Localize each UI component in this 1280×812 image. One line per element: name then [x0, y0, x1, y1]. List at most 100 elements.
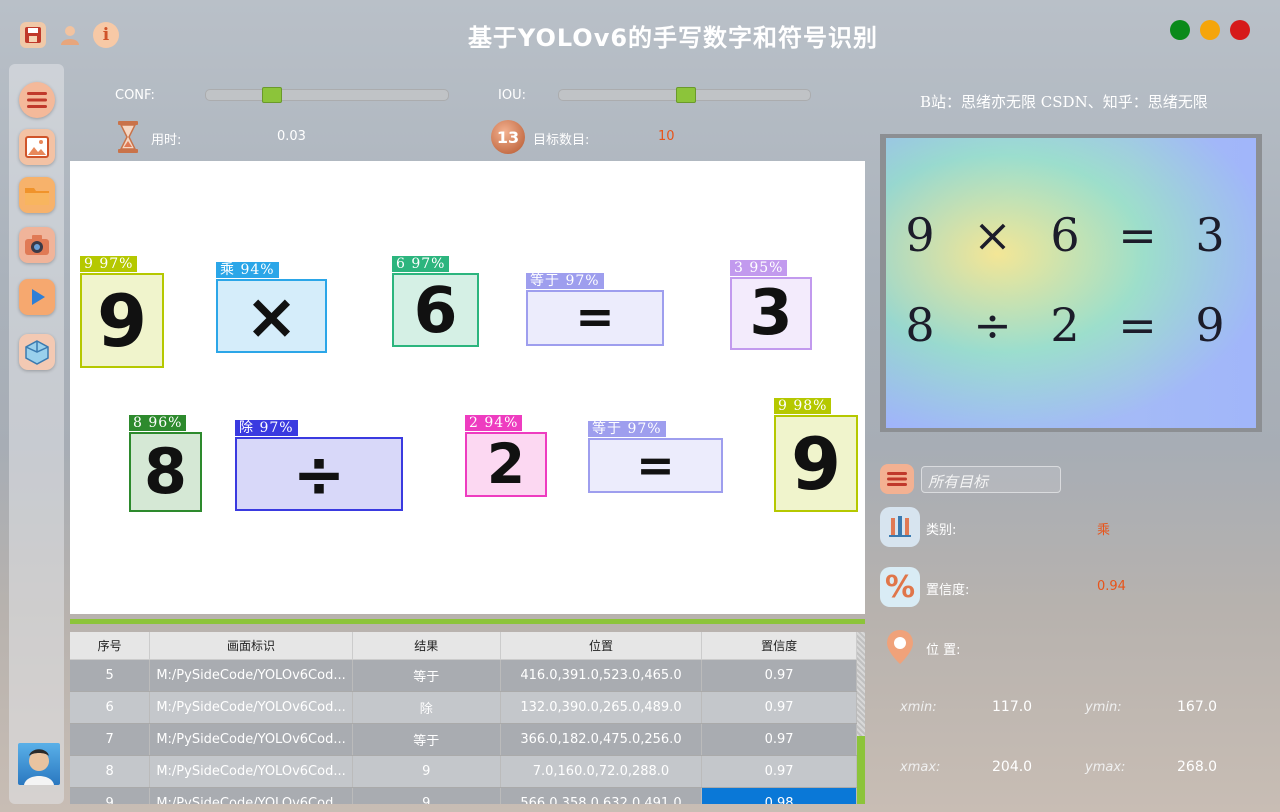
detection-label: 等于 97% [526, 273, 604, 289]
detection-glyph: 8 [143, 434, 188, 508]
camera-icon[interactable] [19, 227, 55, 263]
table-cell[interactable]: 0.97 [701, 755, 857, 788]
col-header-source[interactable]: 画面标识 [149, 632, 353, 660]
maximize-button[interactable] [1200, 20, 1220, 40]
detection-label: 乘 94% [216, 262, 279, 278]
table-cell[interactable]: 5 [70, 659, 151, 692]
col-header-index[interactable]: 序号 [70, 632, 151, 660]
table-cell[interactable]: 9 [70, 787, 151, 804]
table-row[interactable]: 5 M:/PySideCode/YOLOv6Cod... 等于 416.0,391.0… [70, 659, 857, 692]
xmin-label: xmin: [900, 700, 937, 715]
conf-slider-handle[interactable] [262, 87, 282, 103]
detection-box[interactable]: 9 [80, 273, 164, 368]
detection-glyph: ÷ [292, 437, 346, 511]
table-cell[interactable]: 除 [352, 691, 501, 724]
table-cell[interactable]: 416.0,391.0,523.0,465.0 [500, 659, 703, 692]
table-cell[interactable]: 0.97 [701, 691, 857, 724]
menu-icon[interactable] [19, 82, 55, 118]
table-cell[interactable]: M:/PySideCode/YOLOv6Cod... [149, 755, 353, 788]
table-cell[interactable]: 等于 [352, 659, 501, 692]
table-cell[interactable]: M:/PySideCode/YOLOv6Cod... [149, 723, 353, 756]
minimize-button[interactable] [1170, 20, 1190, 40]
detection-box[interactable]: 2 [465, 432, 547, 497]
table-row[interactable]: 8 M:/PySideCode/YOLOv6Cod... 9 7.0,160.0,72… [70, 755, 857, 788]
table-cell[interactable]: 6 [70, 691, 151, 724]
table-cell[interactable]: 7 [70, 723, 151, 756]
hourglass-icon [116, 120, 140, 154]
target-select-value: 所有目标 [928, 473, 989, 491]
count-badge-text: 13 [496, 127, 520, 147]
col-header-position[interactable]: 位置 [500, 632, 703, 660]
xmax-value: 204.0 [992, 759, 1033, 775]
preview-line-2: 8 ÷ 2 = 9 [905, 298, 1237, 352]
target-select[interactable]: 所有目标 [921, 466, 1061, 493]
table-cell[interactable]: 8 [70, 755, 151, 788]
avatar[interactable] [18, 743, 60, 785]
position-label: 位 置: [926, 643, 961, 658]
detection-label: 8 96% [129, 415, 187, 431]
table-cell[interactable]: 132.0,390.0,265.0,489.0 [500, 691, 703, 724]
col-header-confidence[interactable]: 置信度 [701, 632, 857, 660]
ymax-label: ymax: [1085, 760, 1126, 775]
category-value: 乘 [1097, 523, 1111, 538]
detection-glyph: 9 [96, 278, 148, 363]
conf-slider[interactable] [205, 87, 449, 103]
detection-box[interactable]: 6 [392, 273, 479, 347]
close-button[interactable] [1230, 20, 1250, 40]
table-cell[interactable]: 9 [352, 787, 501, 804]
table-cell[interactable]: M:/PySideCode/YOLOv6Cod... [149, 787, 353, 804]
ymin-label: ymin: [1085, 700, 1122, 715]
detection-glyph: 3 [749, 276, 793, 350]
detection-box[interactable]: = [526, 290, 664, 346]
iou-label: IOU: [498, 88, 526, 103]
model-icon[interactable] [19, 334, 55, 370]
detection-box[interactable]: 9 [774, 415, 858, 512]
detection-label: 等于 97% [588, 421, 666, 437]
table-row[interactable]: 9 M:/PySideCode/YOLOv6Cod... 9 566.0,358.0,… [70, 787, 857, 804]
detection-box[interactable]: 8 [129, 432, 202, 512]
detection-box[interactable]: = [588, 438, 723, 493]
percent-icon: % [880, 567, 920, 607]
count-value: 10 [658, 129, 675, 144]
detection-label: 3 95% [730, 260, 788, 276]
target-list-icon[interactable] [880, 464, 914, 494]
table-row[interactable]: 6 M:/PySideCode/YOLOv6Cod... 除 132.0,390.0,… [70, 691, 857, 724]
time-value: 0.03 [277, 129, 306, 144]
ymax-value: 268.0 [1177, 759, 1218, 775]
table-cell[interactable]: 0.97 [701, 723, 857, 756]
credits-text: B站：思绪亦无限 CSDN、知乎：思绪无限 [920, 93, 1208, 111]
table-cell[interactable]: 0.98 [701, 787, 857, 804]
sidebar [9, 64, 64, 804]
table-row[interactable]: 7 M:/PySideCode/YOLOv6Cod... 等于 366.0,182.0… [70, 723, 857, 756]
detection-box[interactable]: × [216, 279, 327, 353]
count-badge-icon: 13 [491, 120, 525, 154]
results-table[interactable]: 序号 画面标识 结果 位置 置信度 5 M:/PySideCode/YOLOv6C… [70, 632, 857, 804]
detection-label: 9 97% [80, 256, 138, 272]
conf-label: CONF: [115, 88, 155, 103]
image-icon[interactable] [19, 129, 55, 165]
table-cell[interactable]: 0.97 [701, 659, 857, 692]
table-scrollbar[interactable] [857, 632, 865, 804]
col-header-result[interactable]: 结果 [352, 632, 501, 660]
table-cell[interactable]: 366.0,182.0,475.0,256.0 [500, 723, 703, 756]
table-cell[interactable]: 等于 [352, 723, 501, 756]
scrollbar-thumb[interactable] [857, 736, 865, 804]
iou-slider[interactable] [558, 87, 811, 103]
table-cell[interactable]: M:/PySideCode/YOLOv6Cod... [149, 659, 353, 692]
location-pin-icon [880, 627, 920, 667]
category-icon [880, 507, 920, 547]
detection-glyph: = [575, 290, 615, 345]
heatmap-preview: 9 × 6 = 3 8 ÷ 2 = 9 [880, 134, 1262, 432]
detection-canvas[interactable]: 99 97% × 乘 94% 6 6 97% = 等于 97% 3 3 95% 8 8 96% ÷ 除 … [70, 161, 865, 614]
table-cell[interactable]: 7.0,160.0,72.0,288.0 [500, 755, 703, 788]
video-icon[interactable] [19, 279, 55, 315]
iou-slider-handle[interactable] [676, 87, 696, 103]
detection-box[interactable]: ÷ [235, 437, 403, 511]
table-cell[interactable]: 566.0,358.0,632.0,491.0 [500, 787, 703, 804]
table-cell[interactable]: 9 [352, 755, 501, 788]
table-cell[interactable]: M:/PySideCode/YOLOv6Cod... [149, 691, 353, 724]
detection-glyph: = [636, 437, 675, 492]
detection-box[interactable]: 3 [730, 277, 812, 350]
detection-glyph: × [245, 279, 298, 353]
folder-icon[interactable] [19, 177, 55, 213]
